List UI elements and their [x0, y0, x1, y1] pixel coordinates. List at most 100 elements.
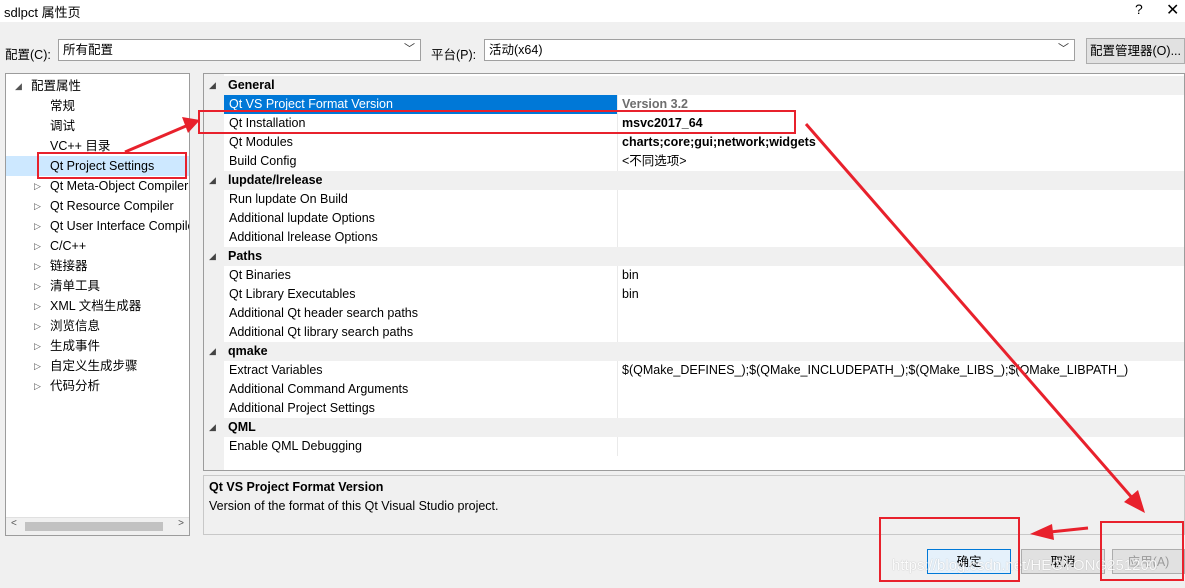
tree-item[interactable]: ▷ Qt Resource Compiler — [6, 196, 189, 216]
category-label: Paths — [228, 249, 263, 263]
category-row[interactable]: ◢ Paths — [204, 247, 1184, 266]
category-row[interactable]: ◢ lupdate/lrelease — [204, 171, 1184, 190]
collapsed-arrow-icon[interactable]: ▷ — [34, 276, 41, 296]
tree-item-label: 自定义生成步骤 — [50, 359, 138, 373]
tree-item[interactable]: VC++ 目录 — [6, 136, 189, 156]
collapsed-arrow-icon[interactable]: ▷ — [34, 376, 41, 396]
property-name: Qt Modules — [229, 135, 293, 149]
property-name: Additional lupdate Options — [229, 211, 375, 225]
chevron-down-icon: ﹀ — [1058, 43, 1069, 55]
property-name: Additional Project Settings — [229, 401, 375, 415]
property-row[interactable]: Additional Qt header search paths — [204, 304, 1184, 323]
tree-item[interactable]: ▷ Qt Meta-Object Compiler — [6, 176, 189, 196]
tree-item-label: 常规 — [50, 99, 76, 113]
tree-item-label: 链接器 — [50, 259, 88, 273]
tree-item-label: Qt User Interface Compiler — [50, 219, 190, 233]
tree-item[interactable]: ▷ C/C++ — [6, 236, 189, 256]
property-name: Extract Variables — [229, 363, 323, 377]
tree-item[interactable]: Qt Project Settings — [6, 156, 189, 176]
property-row[interactable]: Additional Command Arguments — [204, 380, 1184, 399]
tree-item[interactable]: ▷ 链接器 — [6, 256, 189, 276]
collapse-arrow-icon[interactable]: ◢ — [209, 342, 216, 361]
collapsed-arrow-icon[interactable]: ▷ — [34, 336, 41, 356]
collapse-arrow-icon[interactable]: ◢ — [209, 247, 216, 266]
category-label: qmake — [228, 344, 268, 358]
property-value[interactable]: $(QMake_DEFINES_);$(QMake_INCLUDEPATH_);… — [622, 361, 1128, 380]
description-title: Qt VS Project Format Version — [209, 480, 384, 494]
expand-arrow-icon[interactable]: ◢ — [15, 76, 22, 96]
tree-item[interactable]: ▷ 浏览信息 — [6, 316, 189, 336]
property-name: Additional lrelease Options — [229, 230, 378, 244]
tree-item[interactable]: ▷ 清单工具 — [6, 276, 189, 296]
config-manager-button[interactable]: 配置管理器(O)... — [1086, 38, 1185, 64]
property-value[interactable]: <不同选项> — [622, 152, 687, 171]
property-row[interactable]: Qt Binaries bin — [204, 266, 1184, 285]
column-divider — [617, 152, 618, 171]
collapsed-arrow-icon[interactable]: ▷ — [34, 256, 41, 276]
property-value[interactable]: charts;core;gui;network;widgets — [622, 133, 816, 152]
property-row[interactable]: Run lupdate On Build — [204, 190, 1184, 209]
help-icon[interactable]: ? — [1135, 1, 1143, 17]
property-row[interactable]: Additional Project Settings — [204, 399, 1184, 418]
tree-item[interactable]: ▷ XML 文档生成器 — [6, 296, 189, 316]
close-icon[interactable]: ✕ — [1166, 0, 1179, 20]
tree-item-label: 配置属性 — [31, 79, 82, 93]
property-row[interactable]: Extract Variables $(QMake_DEFINES_);$(QMa… — [204, 361, 1184, 380]
column-divider — [617, 437, 618, 456]
property-row[interactable]: Qt Modules charts;core;gui;network;widget… — [204, 133, 1184, 152]
platform-value: 活动(x64) — [489, 43, 543, 57]
config-dropdown[interactable]: 所有配置 ﹀ — [58, 39, 421, 61]
collapsed-arrow-icon[interactable]: ▷ — [34, 296, 41, 316]
property-value[interactable]: bin — [622, 285, 639, 304]
tree-item[interactable]: 常规 — [6, 96, 189, 116]
tree-item[interactable]: ▷ 自定义生成步骤 — [6, 356, 189, 376]
collapse-arrow-icon[interactable]: ◢ — [209, 171, 216, 190]
tree-item-label: Qt Meta-Object Compiler — [50, 179, 189, 193]
category-row[interactable]: ◢ qmake — [204, 342, 1184, 361]
tree-item-label: 生成事件 — [50, 339, 101, 353]
chevron-down-icon: ﹀ — [404, 43, 415, 55]
property-row[interactable]: Qt Library Executables bin — [204, 285, 1184, 304]
tree-item[interactable]: ▷ 生成事件 — [6, 336, 189, 356]
property-row[interactable]: Qt VS Project Format Version Version 3.2 — [204, 95, 1184, 114]
tree-item[interactable]: ◢ 配置属性 — [6, 76, 189, 96]
category-row[interactable]: ◢ QML — [204, 418, 1184, 437]
collapsed-arrow-icon[interactable]: ▷ — [34, 196, 41, 216]
property-row[interactable]: Additional lrelease Options — [204, 228, 1184, 247]
tree-item[interactable]: 调试 — [6, 116, 189, 136]
collapse-arrow-icon[interactable]: ◢ — [209, 418, 216, 437]
scroll-thumb[interactable] — [25, 522, 163, 531]
collapsed-arrow-icon[interactable]: ▷ — [34, 216, 41, 236]
property-tree[interactable]: ◢ 配置属性 常规 调试 VC++ 目录 Qt Project Settings ▷ Qt M… — [5, 73, 190, 536]
property-row[interactable]: Additional lupdate Options — [204, 209, 1184, 228]
property-row[interactable]: Enable QML Debugging — [204, 437, 1184, 456]
scroll-left-icon[interactable]: < — [11, 518, 17, 529]
property-value[interactable]: Version 3.2 — [622, 95, 688, 114]
column-divider — [617, 323, 618, 342]
property-row[interactable]: Build Config <不同选项> — [204, 152, 1184, 171]
collapsed-arrow-icon[interactable]: ▷ — [34, 316, 41, 336]
platform-dropdown[interactable]: 活动(x64) ﹀ — [484, 39, 1075, 61]
tree-item-label: XML 文档生成器 — [50, 299, 142, 313]
property-value[interactable]: bin — [622, 266, 639, 285]
category-row[interactable]: ◢ General — [204, 76, 1184, 95]
property-value[interactable]: msvc2017_64 — [622, 114, 703, 133]
property-row[interactable]: Qt Installation msvc2017_64 — [204, 114, 1184, 133]
collapsed-arrow-icon[interactable]: ▷ — [34, 236, 41, 256]
scroll-right-icon[interactable]: > — [178, 518, 184, 529]
column-divider — [617, 95, 618, 114]
collapse-arrow-icon[interactable]: ◢ — [209, 76, 216, 95]
category-label: lupdate/lrelease — [228, 173, 323, 187]
tree-horizontal-scrollbar[interactable]: < > — [6, 517, 189, 535]
collapsed-arrow-icon[interactable]: ▷ — [34, 176, 41, 196]
property-grid[interactable]: ◢ General Qt VS Project Format Version Vers… — [203, 73, 1185, 471]
column-divider — [617, 304, 618, 323]
collapsed-arrow-icon[interactable]: ▷ — [34, 356, 41, 376]
category-label: QML — [228, 420, 256, 434]
tree-item[interactable]: ▷ 代码分析 — [6, 376, 189, 396]
property-name: Qt VS Project Format Version — [229, 97, 393, 111]
property-row[interactable]: Additional Qt library search paths — [204, 323, 1184, 342]
property-name: Additional Qt library search paths — [229, 325, 414, 339]
column-divider — [617, 361, 618, 380]
tree-item[interactable]: ▷ Qt User Interface Compiler — [6, 216, 189, 236]
